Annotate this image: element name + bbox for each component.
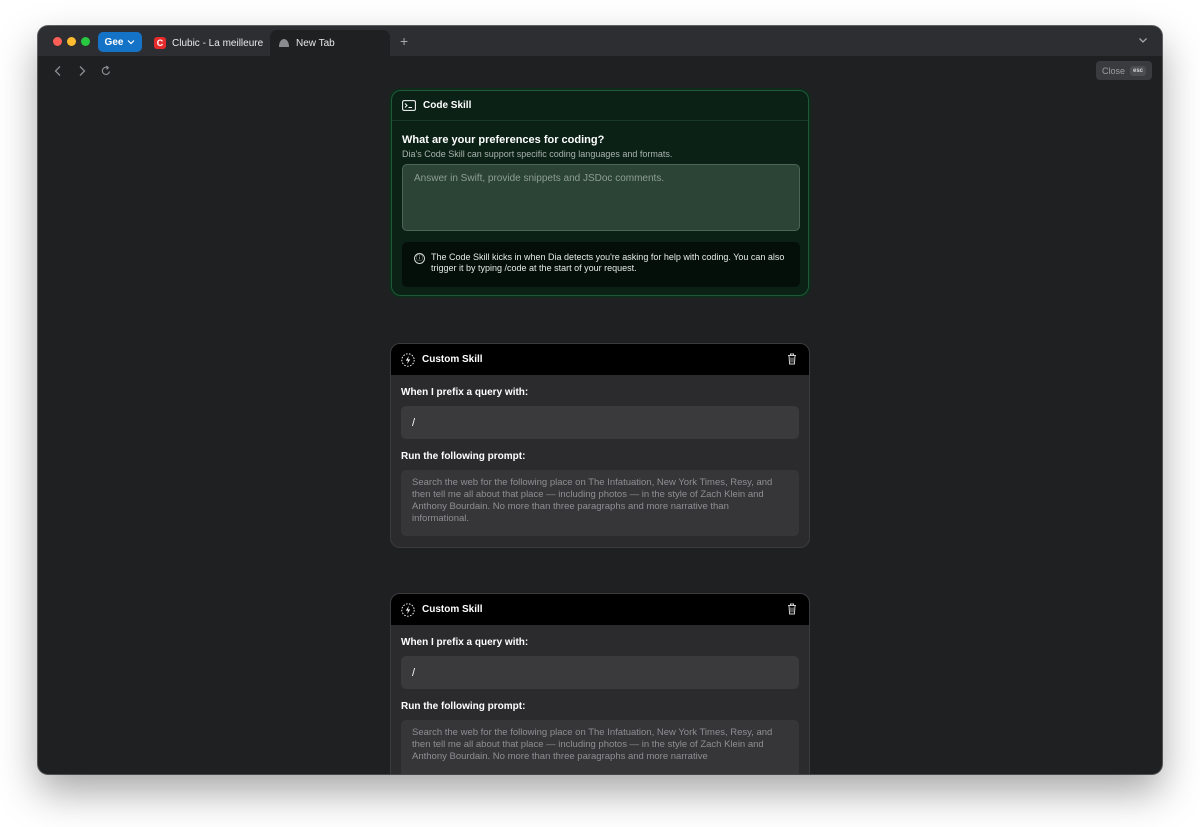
prompt-label: Run the following prompt: [401, 701, 526, 712]
prefix-input[interactable]: / [401, 406, 799, 439]
coding-preferences-subtitle: Dia's Code Skill can support specific co… [402, 149, 673, 159]
code-skill-header: Code Skill [392, 91, 808, 121]
prompt-input[interactable]: Search the web for the following place o… [401, 470, 799, 536]
code-skill-card: Code Skill What are your preferences for… [391, 90, 809, 296]
tab-title: New Tab [296, 37, 335, 49]
close-label: Close [1101, 65, 1125, 76]
tab-clubic[interactable]: C Clubic - La meilleure sc [146, 30, 266, 56]
custom-skill-title: Custom Skill [422, 354, 483, 365]
custom-skill-header: Custom Skill [391, 344, 809, 375]
custom-skill-card: Custom Skill When I prefix a query with:… [390, 343, 810, 548]
close-window-button[interactable] [53, 37, 62, 46]
toolbar: Close esc [38, 56, 1162, 86]
new-tab-button[interactable]: + [400, 34, 408, 48]
prefix-label: When I prefix a query with: [401, 637, 529, 648]
reload-icon[interactable] [100, 65, 112, 77]
custom-skill-title: Custom Skill [422, 604, 483, 615]
esc-shortcut-badge: esc [1129, 65, 1146, 76]
lightning-bolt-icon [401, 602, 415, 617]
forward-icon[interactable] [76, 65, 88, 77]
profile-name: Gee [104, 36, 124, 48]
tab-overview-chevron-icon[interactable] [1138, 35, 1148, 45]
tab-new-tab[interactable]: New Tab [270, 30, 390, 56]
trash-icon[interactable] [787, 353, 797, 365]
info-icon: ⓘ [414, 253, 425, 264]
coding-preferences-input[interactable] [402, 164, 800, 231]
chevron-down-icon [128, 40, 135, 45]
close-button[interactable]: Close esc [1095, 61, 1152, 80]
prompt-label: Run the following prompt: [401, 451, 526, 462]
trash-icon[interactable] [787, 603, 797, 615]
terminal-icon [402, 100, 416, 111]
lightning-bolt-icon [401, 352, 415, 367]
browser-window: Gee C Clubic - La meilleure sc New Tab +… [38, 26, 1162, 774]
minimize-window-button[interactable] [67, 37, 76, 46]
coding-preferences-question: What are your preferences for coding? [402, 134, 605, 146]
prefix-input[interactable]: / [401, 656, 799, 689]
clubic-favicon-icon: C [154, 37, 166, 49]
custom-skill-header: Custom Skill [391, 594, 809, 625]
tab-bar: Gee C Clubic - La meilleure sc New Tab + [38, 26, 1162, 56]
new-tab-favicon-icon [279, 39, 289, 47]
back-icon[interactable] [52, 65, 64, 77]
tab-title: Clubic - La meilleure sc [172, 37, 266, 49]
code-skill-title: Code Skill [423, 100, 472, 111]
prompt-input[interactable]: Search the web for the following place o… [401, 720, 799, 774]
code-skill-info-text: The Code Skill kicks in when Dia detects… [431, 252, 785, 273]
prefix-label: When I prefix a query with: [401, 387, 529, 398]
skills-page: Code Skill What are your preferences for… [38, 86, 1162, 774]
code-skill-info: ⓘ The Code Skill kicks in when Dia detec… [402, 242, 800, 287]
maximize-window-button[interactable] [81, 37, 90, 46]
custom-skill-card: Custom Skill When I prefix a query with:… [390, 593, 810, 774]
profile-switcher[interactable]: Gee [98, 32, 142, 52]
